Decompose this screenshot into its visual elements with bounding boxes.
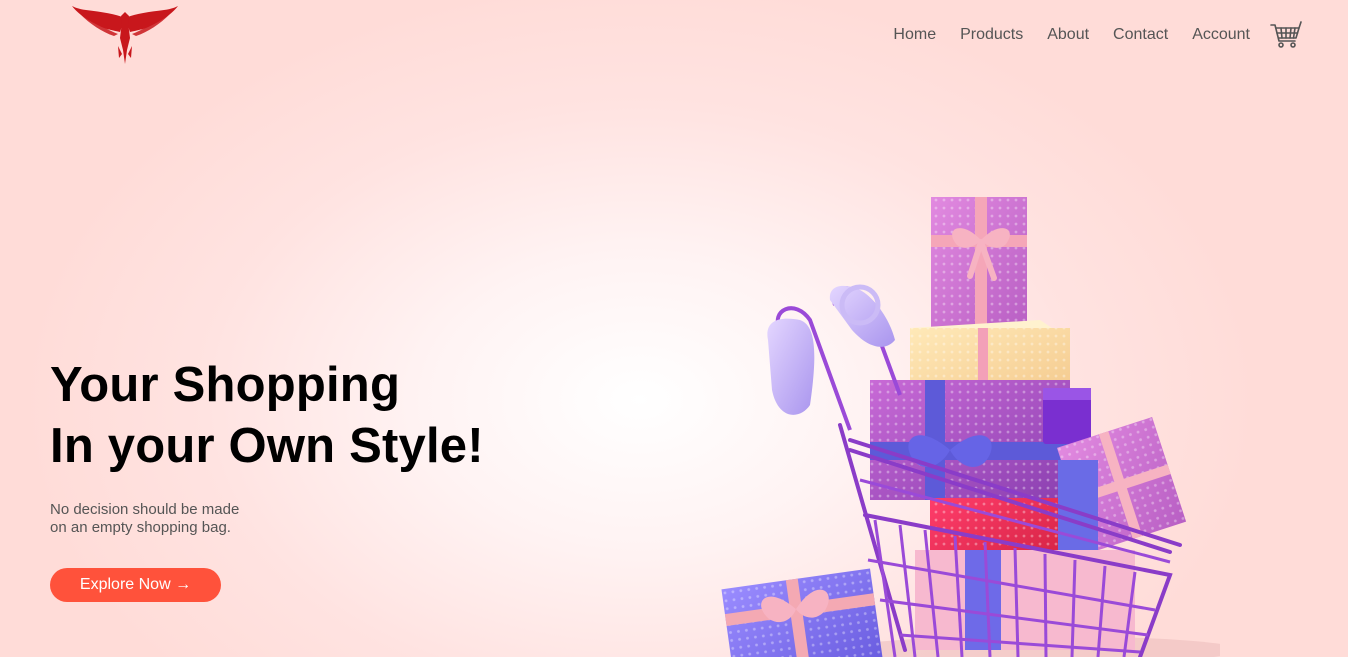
shopping-cart-icon[interactable] xyxy=(1270,19,1302,51)
nav-home-link[interactable]: Home xyxy=(893,19,936,51)
nav-contact-link[interactable]: Contact xyxy=(1113,19,1168,51)
shopping-cart-with-gifts-illustration xyxy=(721,197,1220,657)
hero-title: Your Shopping In your Own Style! xyxy=(50,355,484,477)
explore-now-button[interactable]: Explore Now → xyxy=(50,568,221,602)
hero-subtitle-line-1: No decision should be made xyxy=(50,501,240,518)
hero-title-line-1: Your Shopping xyxy=(50,358,401,412)
hero-title-line-2: In your Own Style! xyxy=(50,419,484,473)
main-nav: Home Products About Contact Account xyxy=(869,19,1302,51)
nav-account-link[interactable]: Account xyxy=(1192,19,1250,51)
nav-products-link[interactable]: Products xyxy=(960,19,1023,51)
hero-subtitle: No decision should be made on an empty s… xyxy=(50,501,239,537)
eagle-logo-icon[interactable] xyxy=(72,4,178,64)
nav-about-link[interactable]: About xyxy=(1047,19,1089,51)
hero-subtitle-line-2: on an empty shopping bag. xyxy=(50,519,231,536)
